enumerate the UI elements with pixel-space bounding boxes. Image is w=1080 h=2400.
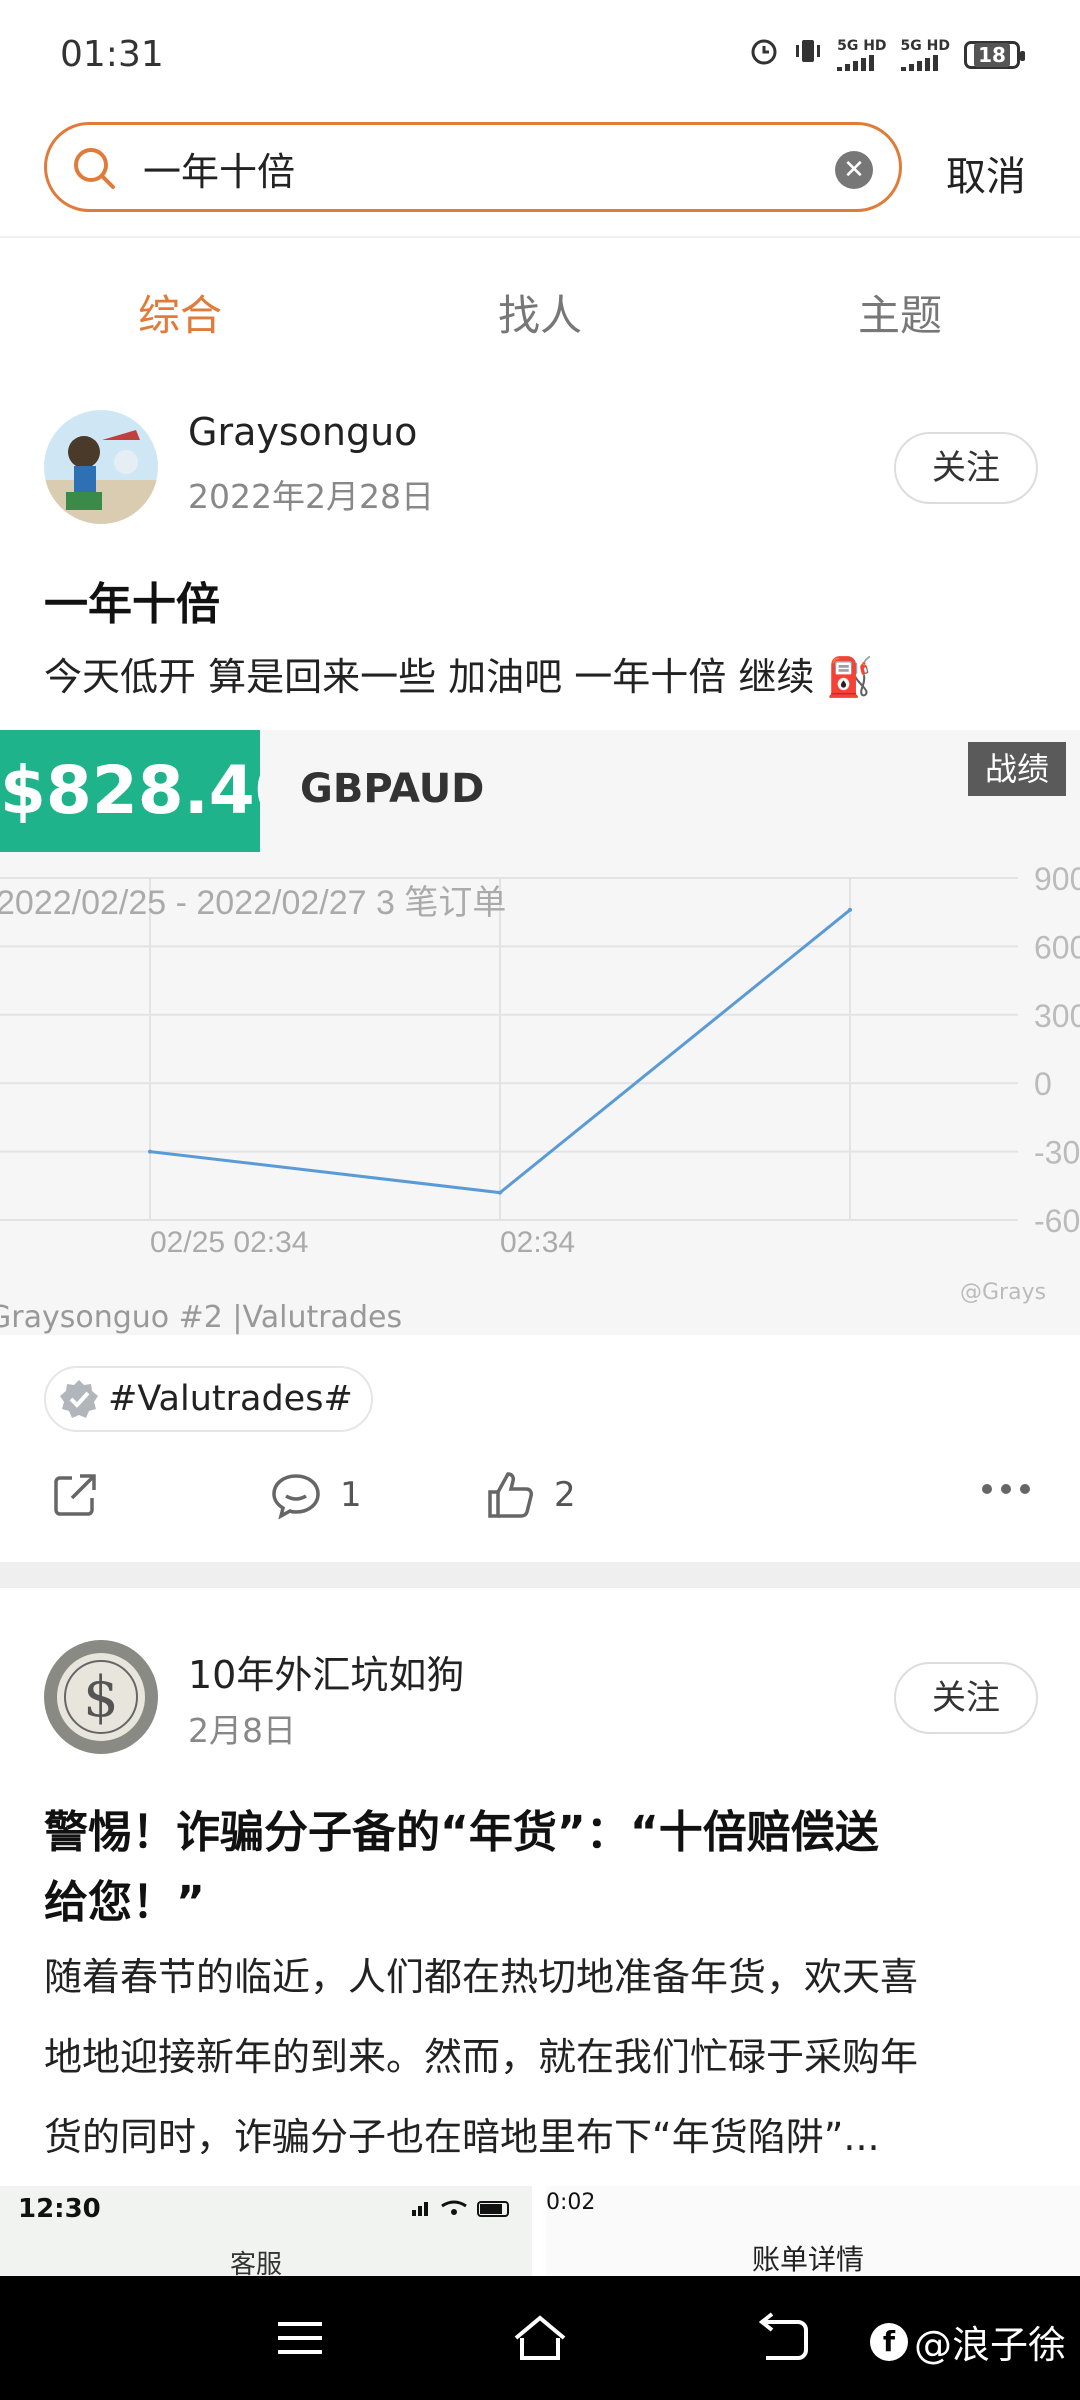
watermark-text: @浪子徐 — [913, 2323, 1066, 2367]
system-nav-bar: f @浪子徐 — [0, 2276, 1080, 2400]
post-body-line3[interactable]: 货的同时，诈骗分子也在暗地里布下“年货陷阱”... — [44, 2106, 880, 2161]
y-tick-label: -600 — [1034, 1203, 1080, 1239]
thumb-text: 账单详情 — [752, 2243, 865, 2276]
author-name[interactable]: Graysonguo — [188, 410, 417, 454]
thumb-time: 12:30 — [18, 2194, 101, 2224]
tab-comprehensive[interactable]: 综合 — [0, 240, 360, 380]
x-tick-label: 02/25 02:34 — [150, 1226, 308, 1259]
post-body-line1[interactable]: 随着春节的临近，人们都在热切地准备年货，欢天喜 — [44, 1946, 918, 2001]
thumbs-up-icon — [488, 1472, 533, 1518]
comment-icon — [272, 1474, 320, 1520]
y-tick-label: 600 — [1034, 929, 1080, 965]
douyin-logo-icon: f — [869, 2322, 908, 2361]
data-point — [148, 1149, 152, 1154]
symbol-label: GBPAUD — [300, 766, 485, 812]
comment-button[interactable]: 1 — [270, 1470, 362, 1520]
battery-icon: 18 — [964, 40, 1025, 69]
post-title-line1[interactable]: 警惕！诈骗分子备的“年货”：“十倍赔偿送 — [44, 1796, 879, 1860]
post-title-line2[interactable]: 给您！” — [44, 1866, 205, 1930]
tab-topics[interactable]: 主题 — [720, 240, 1080, 380]
divider — [0, 236, 1080, 238]
watermark-label: @Grays — [960, 1280, 1047, 1305]
post-date: 2月8日 — [188, 1711, 296, 1750]
search-box[interactable]: ✕ — [44, 122, 902, 212]
thumb-text: 客服 — [230, 2250, 283, 2276]
y-tick-label: 900 — [1034, 861, 1080, 897]
share-button[interactable] — [50, 1470, 100, 1520]
svg-text:$: $ — [83, 1665, 119, 1730]
avatar[interactable]: $ — [44, 1640, 158, 1754]
y-tick-label: 0 — [1034, 1066, 1052, 1102]
action-bar: 1 2 — [0, 1460, 1080, 1540]
tab-bar: 综合 找人 主题 — [0, 240, 1080, 380]
chart-subtitle: 2022/02/25 - 2022/02/27 3 笔订单 — [0, 884, 506, 922]
data-point — [848, 907, 852, 912]
record-badge: 战绩 — [968, 742, 1066, 796]
status-time: 01:31 — [60, 34, 164, 75]
network-label-2: 5G HD — [900, 37, 950, 54]
status-icons: 5G HD 5G HD 18 — [749, 36, 1025, 73]
verified-badge-icon — [60, 1380, 98, 1418]
back-icon[interactable] — [752, 2310, 812, 2366]
x-tick-label: 02:34 — [500, 1226, 575, 1259]
alarm-icon — [749, 36, 779, 73]
topic-label: #Valutrades# — [108, 1379, 353, 1419]
like-count: 2 — [554, 1475, 576, 1515]
topic-chip[interactable]: #Valutrades# — [44, 1366, 373, 1432]
post-date: 2022年2月28日 — [188, 477, 434, 516]
thumb-time: 0:02 — [546, 2190, 596, 2215]
post-body[interactable]: 今天低开 算是回来一些 加油吧 一年十倍 继续 ⛽ — [44, 646, 874, 701]
search-icon — [74, 148, 115, 189]
more-button[interactable] — [980, 1482, 1032, 1496]
signal-2: 5G HD — [900, 37, 950, 71]
vibrate-icon — [793, 36, 823, 73]
home-icon[interactable] — [510, 2310, 570, 2366]
post-title[interactable]: 一年十倍 — [44, 568, 220, 632]
post-image-1[interactable]: 12:30 客服 — [0, 2186, 532, 2276]
search-input[interactable] — [143, 143, 743, 193]
follow-button[interactable]: 关注 — [894, 1662, 1038, 1734]
thumb-status-icons — [412, 2200, 509, 2217]
data-point — [498, 1190, 502, 1195]
watermark: f @浪子徐 — [869, 2314, 1066, 2369]
menu-icon[interactable] — [270, 2310, 330, 2366]
share-icon — [54, 1474, 96, 1516]
section-separator — [0, 1562, 1080, 1588]
comment-count: 1 — [340, 1475, 362, 1515]
status-bar: 01:31 5G HD 5G HD 18 — [0, 0, 1080, 110]
network-label-1: 5G HD — [837, 37, 887, 54]
cancel-button[interactable]: 取消 — [946, 144, 1026, 202]
author-name[interactable]: 10年外汇坑如狗 — [188, 1644, 464, 1699]
card-footer: Graysonguo #2 |Valutrades — [0, 1300, 403, 1335]
pnl-value: $828.40 — [0, 730, 260, 852]
post-image-2[interactable]: 0:02 账单详情 — [546, 2186, 1080, 2276]
trade-chart-card[interactable]: 900 600 300 0 -300 -600 2022/02/25 - 2022/02/2… — [0, 730, 1080, 1335]
battery-level: 18 — [974, 42, 1010, 67]
avatar[interactable] — [44, 410, 158, 524]
clear-icon[interactable]: ✕ — [835, 151, 873, 189]
post-body-line2[interactable]: 地地迎接新年的到来。然而，就在我们忙碌于采购年 — [44, 2026, 918, 2081]
follow-button[interactable]: 关注 — [894, 432, 1038, 504]
image-strip: 12:30 客服 0:02 账单详情 — [0, 2186, 1080, 2276]
y-tick-label: 300 — [1034, 998, 1080, 1034]
like-button[interactable]: 2 — [484, 1470, 576, 1520]
more-icon — [982, 1484, 1030, 1494]
tab-people[interactable]: 找人 — [360, 240, 720, 380]
y-tick-label: -300 — [1034, 1135, 1080, 1171]
signal-1: 5G HD — [837, 37, 887, 71]
search-row: ✕ 取消 — [0, 120, 1080, 220]
